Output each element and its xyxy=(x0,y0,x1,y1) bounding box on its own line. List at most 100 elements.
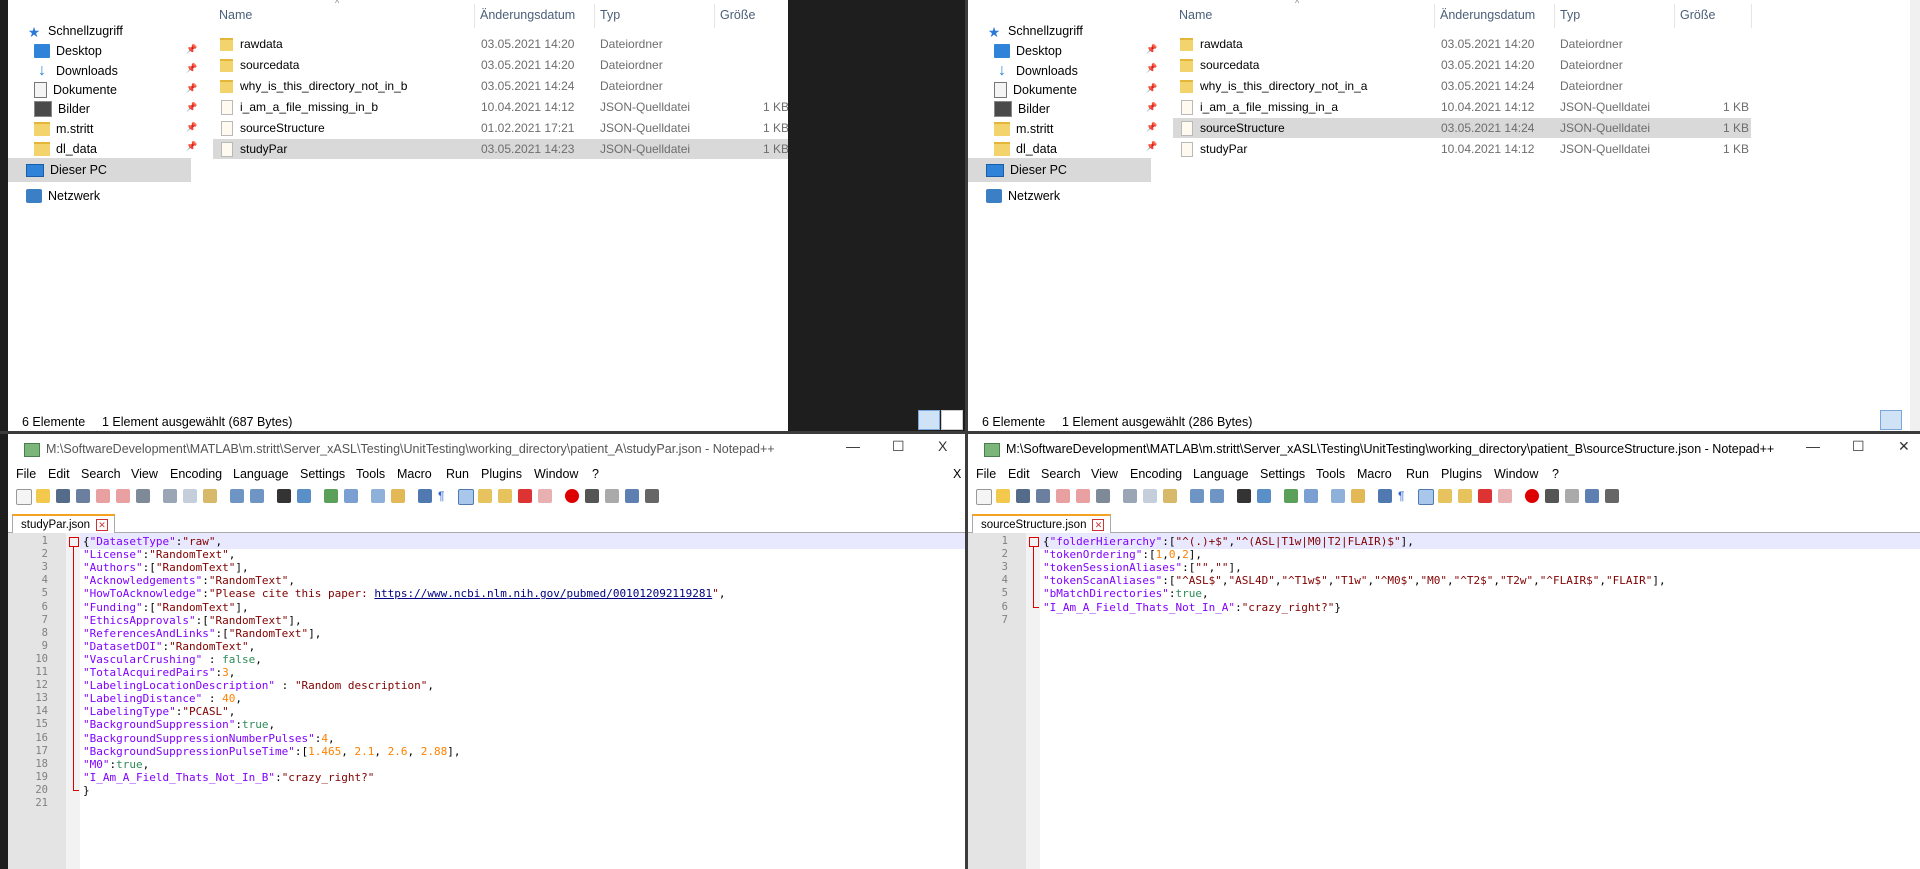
close-button[interactable]: X xyxy=(938,438,947,454)
zoom-out-icon[interactable] xyxy=(1304,489,1318,503)
minimize-button[interactable]: — xyxy=(846,438,860,454)
word-wrap-icon[interactable] xyxy=(1378,489,1392,503)
nav-item-this-pc[interactable]: Dieser PC xyxy=(968,158,1151,182)
menu-help[interactable]: ? xyxy=(592,467,599,481)
redo-icon[interactable] xyxy=(1210,489,1224,503)
close-doc-button[interactable]: X xyxy=(953,467,961,481)
open-file-icon[interactable] xyxy=(36,489,50,503)
copy-icon[interactable] xyxy=(183,489,197,503)
close-tab-icon[interactable]: ✕ xyxy=(96,519,109,531)
print-icon[interactable] xyxy=(1096,489,1110,503)
tiles-view-button[interactable] xyxy=(941,410,963,430)
code-token[interactable]: https://www.ncbi.nlm.nih.gov/pubmed/0010… xyxy=(374,587,712,600)
file-row[interactable]: sourcedata 03.05.2021 14:20 Dateiordner xyxy=(1173,55,1751,75)
record-macro-icon[interactable] xyxy=(565,489,579,503)
file-row-selected[interactable]: sourceStructure 03.05.2021 14:24 JSON-Quel… xyxy=(1173,118,1751,138)
column-divider[interactable] xyxy=(714,4,715,28)
file-row[interactable]: rawdata 03.05.2021 14:20 Dateiordner xyxy=(213,34,788,54)
nav-item-this-pc[interactable]: Dieser PC xyxy=(8,158,191,182)
stop-macro-icon[interactable] xyxy=(585,489,599,503)
file-row-selected[interactable]: studyPar 03.05.2021 14:23 JSON-Quelldatei 1… xyxy=(213,139,788,159)
menu-plugins[interactable]: Plugins xyxy=(1441,467,1482,481)
menu-encoding[interactable]: Encoding xyxy=(170,467,222,481)
menu-language[interactable]: Language xyxy=(1193,467,1249,481)
column-divider[interactable] xyxy=(594,4,595,28)
column-header-date[interactable]: Änderungsdatum xyxy=(1440,8,1535,24)
show-all-chars-icon[interactable]: ¶ xyxy=(438,489,452,503)
menu-window[interactable]: Window xyxy=(1494,467,1538,481)
file-row[interactable]: i_am_a_file_missing_in_b 10.04.2021 14:12… xyxy=(213,97,788,117)
file-row[interactable]: why_is_this_directory_not_in_b 03.05.2021… xyxy=(213,76,788,96)
indent-guide-icon[interactable] xyxy=(1418,489,1434,505)
details-view-button[interactable] xyxy=(1880,410,1902,430)
file-row[interactable]: sourcedata 03.05.2021 14:20 Dateiordner xyxy=(213,55,788,75)
title-bar[interactable]: M:\SoftwareDevelopment\MATLAB\m.stritt\S… xyxy=(8,434,965,464)
word-wrap-icon[interactable] xyxy=(418,489,432,503)
record-macro-icon[interactable] xyxy=(1525,489,1539,503)
menu-run[interactable]: Run xyxy=(446,467,469,481)
tab-studypar[interactable]: studyPar.json ✕ xyxy=(12,514,116,534)
close-tab-icon[interactable]: ✕ xyxy=(1092,519,1105,531)
menu-plugins[interactable]: Plugins xyxy=(481,467,522,481)
close-all-icon[interactable] xyxy=(116,489,130,503)
file-row[interactable]: why_is_this_directory_not_in_a 03.05.2021… xyxy=(1173,76,1751,96)
replace-icon[interactable] xyxy=(1257,489,1271,503)
copy-icon[interactable] xyxy=(1143,489,1157,503)
folder-workspace-icon[interactable] xyxy=(538,489,552,503)
menu-search[interactable]: Search xyxy=(1041,467,1081,481)
undo-icon[interactable] xyxy=(230,489,244,503)
cut-icon[interactable] xyxy=(1123,489,1137,503)
save-macro-icon[interactable] xyxy=(645,489,659,503)
doc-map-icon[interactable] xyxy=(498,489,512,503)
column-divider[interactable] xyxy=(1434,4,1435,28)
file-row[interactable]: sourceStructure 01.02.2021 17:21 JSON-Quel… xyxy=(213,118,788,138)
new-file-icon[interactable] xyxy=(16,489,32,505)
stop-macro-icon[interactable] xyxy=(1545,489,1559,503)
menu-tools[interactable]: Tools xyxy=(1316,467,1345,481)
paste-icon[interactable] xyxy=(203,489,217,503)
doc-map-icon[interactable] xyxy=(1458,489,1472,503)
redo-icon[interactable] xyxy=(250,489,264,503)
save-icon[interactable] xyxy=(1016,489,1030,503)
maximize-button[interactable]: ☐ xyxy=(1852,438,1865,455)
undo-icon[interactable] xyxy=(1190,489,1204,503)
column-divider[interactable] xyxy=(474,4,475,28)
play-macro-icon[interactable] xyxy=(605,489,619,503)
save-all-icon[interactable] xyxy=(1036,489,1050,503)
function-list-icon[interactable] xyxy=(518,489,532,503)
minimize-button[interactable]: — xyxy=(1806,438,1820,454)
sync-horizontal-icon[interactable] xyxy=(391,489,405,503)
close-file-icon[interactable] xyxy=(1056,489,1070,503)
column-header-type[interactable]: Typ xyxy=(600,8,620,24)
tab-sourcestructure[interactable]: sourceStructure.json ✕ xyxy=(972,514,1112,534)
function-list-icon[interactable] xyxy=(1478,489,1492,503)
zoom-out-icon[interactable] xyxy=(344,489,358,503)
menu-file[interactable]: File xyxy=(16,467,36,481)
fold-toggle-icon[interactable] xyxy=(1029,537,1039,547)
save-all-icon[interactable] xyxy=(76,489,90,503)
run-macro-multiple-icon[interactable] xyxy=(1585,489,1599,503)
menu-file[interactable]: File xyxy=(976,467,996,481)
sync-vertical-icon[interactable] xyxy=(1331,489,1345,503)
new-file-icon[interactable] xyxy=(976,489,992,505)
maximize-button[interactable]: ☐ xyxy=(892,438,905,455)
save-icon[interactable] xyxy=(56,489,70,503)
user-language-icon[interactable] xyxy=(478,489,492,503)
column-divider[interactable] xyxy=(1554,4,1555,28)
column-header-name[interactable]: Name xyxy=(219,8,252,24)
nav-item-network[interactable]: Netzwerk xyxy=(986,184,1060,208)
nav-item-network[interactable]: Netzwerk xyxy=(26,184,100,208)
close-button[interactable]: ✕ xyxy=(1898,438,1910,455)
menu-edit[interactable]: Edit xyxy=(48,467,70,481)
open-file-icon[interactable] xyxy=(996,489,1010,503)
column-header-name[interactable]: Name xyxy=(1179,8,1212,24)
menu-settings[interactable]: Settings xyxy=(1260,467,1305,481)
user-language-icon[interactable] xyxy=(1438,489,1452,503)
code-editor[interactable]: 1 {"folderHierarchy":["^(.)+$","^(ASL|T1w… xyxy=(968,533,1920,869)
file-row[interactable]: i_am_a_file_missing_in_a 10.04.2021 14:12… xyxy=(1173,97,1751,117)
sync-vertical-icon[interactable] xyxy=(371,489,385,503)
find-icon[interactable] xyxy=(277,489,291,503)
menu-macro[interactable]: Macro xyxy=(397,467,432,481)
file-row[interactable]: studyPar 10.04.2021 14:12 JSON-Quelldatei 1… xyxy=(1173,139,1751,159)
menu-view[interactable]: View xyxy=(131,467,158,481)
